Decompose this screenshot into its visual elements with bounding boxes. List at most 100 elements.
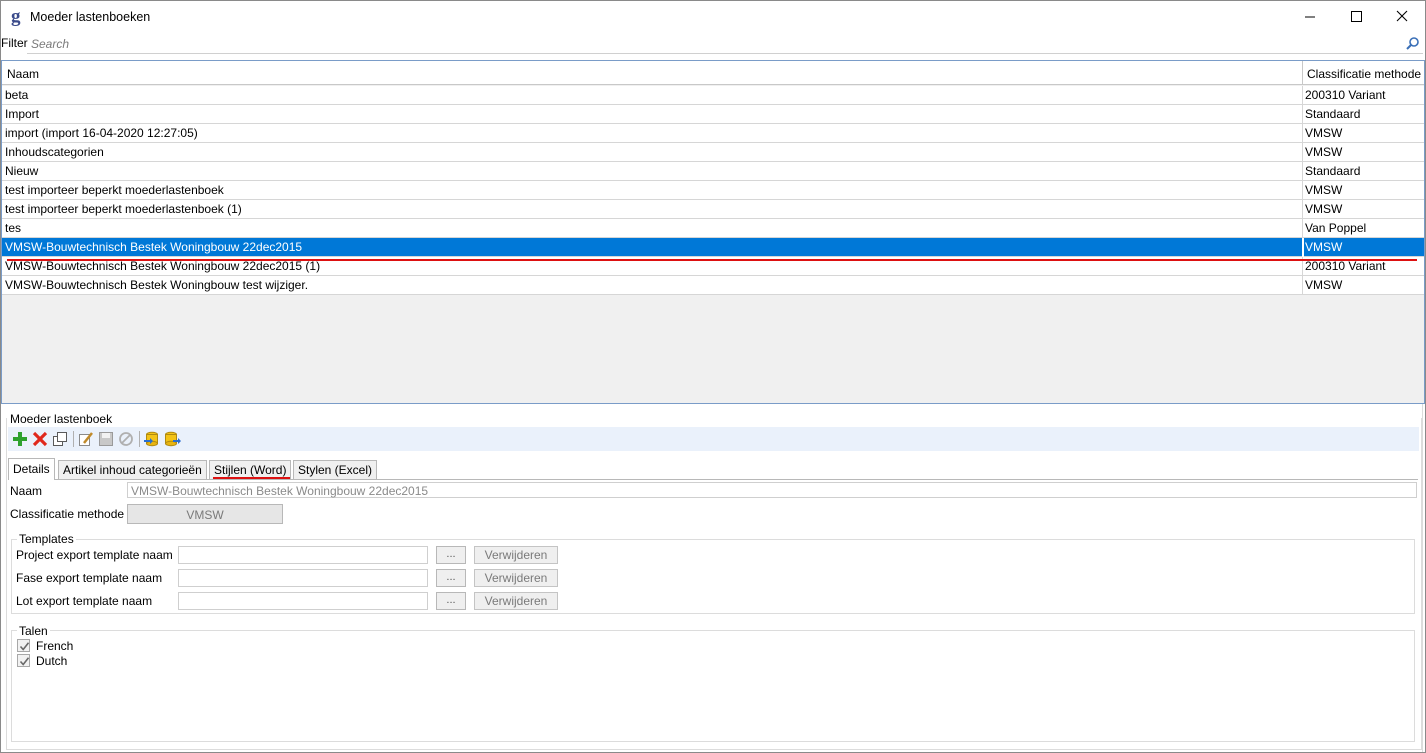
naam-label: Naam [10,484,43,498]
table-row[interactable]: Inhoudscategorien VMSW [2,143,1424,162]
cell-naam: Import [5,107,40,121]
main-window: g Moeder lastenboeken Filter Naam Classi… [0,0,1426,753]
copy-button[interactable] [51,430,69,448]
save-icon [99,432,113,446]
fase-template-remove-button[interactable]: Verwijderen [474,569,558,587]
cell-classificatie: 200310 Variant [1305,88,1386,102]
tab-annotation-underline [213,477,290,479]
window-title: Moeder lastenboeken [30,10,151,24]
filter-box [27,34,1423,54]
filter-label: Filter [1,36,28,50]
export-icon [165,431,181,447]
column-header-naam[interactable]: Naam [7,67,39,81]
classificatie-select[interactable]: VMSW [127,504,283,524]
add-button[interactable] [11,430,29,448]
table-row[interactable]: test importeer beperkt moederlastenboek … [2,200,1424,219]
lot-template-browse-button[interactable]: ... [436,592,466,610]
import-button[interactable] [143,430,161,448]
lastenboeken-grid[interactable]: Naam Classificatie methode beta 200310 Va… [1,60,1425,404]
title-bar: g Moeder lastenboeken [1,1,1425,34]
column-header-classificatie[interactable]: Classificatie methode [1307,67,1421,81]
add-icon [13,432,27,446]
search-input[interactable] [31,36,1391,52]
french-checkbox[interactable] [17,639,30,652]
group-title: Moeder lastenboek [10,412,113,426]
table-row[interactable]: Nieuw Standaard [2,162,1424,181]
cell-classificatie: VMSW [1305,145,1343,159]
cell-naam: beta [5,88,29,102]
cell-naam: Inhoudscategorien [5,145,104,159]
cell-classificatie: Van Poppel [1305,221,1367,235]
fase-template-input[interactable] [178,569,428,587]
minimize-button[interactable] [1287,1,1333,33]
cell-naam: tes [5,221,22,235]
close-icon [1396,10,1408,22]
search-icon [1406,37,1419,50]
fase-template-browse-button[interactable]: ... [436,569,466,587]
tab-artikel-inhoud-categorieen[interactable]: Artikel inhoud categorieën [58,460,207,479]
dutch-label: Dutch [36,654,68,668]
dutch-checkbox[interactable] [17,654,30,667]
table-row[interactable]: beta 200310 Variant [2,86,1424,105]
fase-template-label: Fase export template naam [16,571,163,585]
project-template-label: Project export template naam [16,548,173,562]
delete-icon [32,431,48,447]
templates-label: Templates [17,532,76,546]
maximize-button[interactable] [1333,1,1379,33]
grid-rows: beta 200310 Variant Import Standaard impor… [2,86,1424,295]
table-row[interactable]: VMSW-Bouwtechnisch Bestek Woningbouw tes… [2,276,1424,295]
app-logo-icon: g [11,6,21,27]
search-button[interactable] [1405,36,1421,52]
cell-classificatie: VMSW [1305,183,1343,197]
tab-baseline [8,479,1418,480]
edit-icon [79,432,93,446]
cell-classificatie: VMSW [1305,202,1343,216]
cell-naam: test importeer beperkt moederlastenboek … [5,202,242,216]
lot-template-input[interactable] [178,592,428,610]
cancel-button[interactable] [117,430,135,448]
cell-naam: VMSW-Bouwtechnisch Bestek Woningbouw 22d… [5,259,321,273]
save-button[interactable] [97,430,115,448]
naam-field[interactable]: VMSW-Bouwtechnisch Bestek Woningbouw 22d… [127,482,1417,498]
classificatie-label: Classificatie methode [10,507,125,521]
tab-details[interactable]: Details [8,458,55,480]
table-row[interactable]: import (import 16-04-2020 12:27:05) VMSW [2,124,1424,143]
cell-classificatie: 200310 Variant [1305,259,1386,273]
cancel-icon [119,432,133,446]
talen-group [11,630,1415,742]
cell-naam: VMSW-Bouwtechnisch Bestek Woningbouw tes… [5,278,309,292]
talen-label: Talen [17,624,50,638]
project-template-input[interactable] [178,546,428,564]
cell-naam: Nieuw [5,164,39,178]
close-button[interactable] [1379,1,1425,33]
toolbar-separator [139,431,140,447]
french-label: French [36,639,74,653]
edit-button[interactable] [77,430,95,448]
checkmark-icon [19,642,30,651]
table-row-selected[interactable]: VMSW-Bouwtechnisch Bestek Woningbouw 22d… [2,238,1424,257]
table-row[interactable]: Import Standaard [2,105,1424,124]
copy-icon [53,432,67,446]
cell-classificatie: Standaard [1305,107,1361,121]
project-template-browse-button[interactable]: ... [436,546,466,564]
export-button[interactable] [163,430,181,448]
project-template-remove-button[interactable]: Verwijderen [474,546,558,564]
minimize-icon [1305,16,1315,18]
cell-classificatie: VMSW [1305,278,1343,292]
tab-stylen-excel[interactable]: Stylen (Excel) [293,460,378,479]
selection-annotation-underline [7,259,1417,261]
panel-edge [1422,404,1423,752]
delete-button[interactable] [31,430,49,448]
lot-template-label: Lot export template naam [16,594,153,608]
import-icon [144,431,158,447]
column-divider[interactable] [1302,61,1303,85]
detail-toolbar [8,427,1419,451]
table-row[interactable]: test importeer beperkt moederlastenboek V… [2,181,1424,200]
cell-classificatie: Standaard [1305,164,1361,178]
lot-template-remove-button[interactable]: Verwijderen [474,592,558,610]
toolbar-separator [73,431,74,447]
table-row[interactable]: tes Van Poppel [2,219,1424,238]
grid-header: Naam Classificatie methode [2,61,1424,85]
cell-naam: import (import 16-04-2020 12:27:05) [5,126,198,140]
cell-classificatie: VMSW [1305,126,1343,140]
